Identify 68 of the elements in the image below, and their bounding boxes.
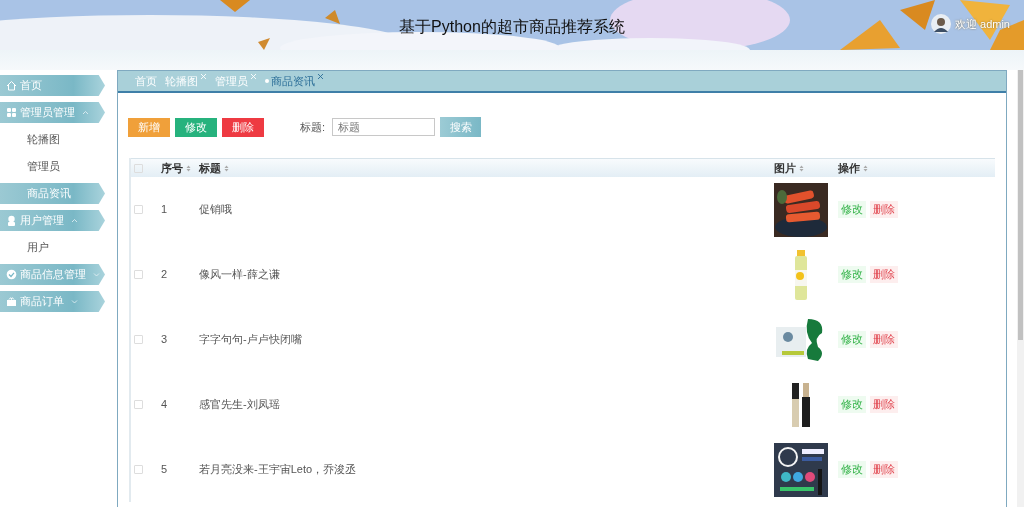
delete-link[interactable]: 删除 xyxy=(870,331,898,348)
table-cell: 5 xyxy=(161,463,168,476)
sidebar-subitem[interactable]: 用户 xyxy=(0,237,105,258)
sidebar-subitem[interactable]: 轮播图 xyxy=(0,129,105,150)
sidebar-item[interactable]: 商品订单 xyxy=(0,291,105,312)
scrollbar-thumb[interactable] xyxy=(1018,70,1023,340)
sidebar-item[interactable]: 首页 xyxy=(0,75,105,96)
edit-link[interactable]: 修改 xyxy=(838,331,866,348)
table-cell: 3 xyxy=(161,333,168,346)
column-header[interactable]: 序号 xyxy=(161,159,183,177)
checkbox[interactable] xyxy=(134,163,143,173)
avatar-icon[interactable] xyxy=(930,14,951,34)
table-cell: 4 xyxy=(161,398,168,411)
table-cell: 若月亮没来-王宇宙Leto，乔浚丞 xyxy=(199,463,357,476)
tab[interactable]: 轮播图 xyxy=(165,72,207,90)
sidebar-subitem[interactable]: 商品资讯 xyxy=(0,183,105,204)
delete-link[interactable]: 删除 xyxy=(870,461,898,478)
check-circle-icon xyxy=(6,269,17,280)
tab[interactable]: 管理员 xyxy=(215,72,257,90)
home-icon xyxy=(6,80,17,91)
search-button[interactable]: 搜索 xyxy=(440,117,482,137)
tab[interactable]: 商品资讯 xyxy=(265,72,324,90)
grid-icon xyxy=(6,107,17,118)
table-cell: 字字句句-卢卢快闭嘴 xyxy=(199,333,302,346)
dot-icon xyxy=(265,79,269,83)
edit-link[interactable]: 修改 xyxy=(838,396,866,413)
checkbox[interactable] xyxy=(134,465,143,474)
close-icon[interactable] xyxy=(317,72,324,80)
delete-link[interactable]: 删除 xyxy=(870,396,898,413)
sort-icon[interactable] xyxy=(186,164,191,172)
sidebar-item[interactable]: 管理员管理 xyxy=(0,102,105,123)
sort-icon[interactable] xyxy=(863,164,868,172)
caret-icon xyxy=(71,218,78,223)
table-cell: 1 xyxy=(161,203,168,216)
sort-icon[interactable] xyxy=(799,164,804,172)
edit-link[interactable]: 修改 xyxy=(838,266,866,283)
edit-link[interactable]: 修改 xyxy=(838,461,866,478)
caret-icon xyxy=(71,299,78,304)
sort-icon[interactable] xyxy=(224,164,229,172)
table-cell: 促销哦 xyxy=(199,203,232,216)
edit-button[interactable]: 修改 xyxy=(175,117,217,137)
sidebar-item[interactable]: 用户管理 xyxy=(0,210,105,231)
column-header[interactable]: 图片 xyxy=(774,159,796,177)
checkbox[interactable] xyxy=(134,400,143,409)
checkbox[interactable] xyxy=(134,335,143,344)
caret-icon xyxy=(93,272,100,277)
table-cell: 2 xyxy=(161,268,168,281)
add-button[interactable]: 新增 xyxy=(128,117,170,137)
edit-link[interactable]: 修改 xyxy=(838,201,866,218)
sidebar-item[interactable]: 商品信息管理 xyxy=(0,264,105,285)
table-cell: 感官先生-刘凤瑶 xyxy=(199,398,280,411)
user-icon xyxy=(6,215,17,226)
scrollbar[interactable] xyxy=(1017,70,1024,507)
page-title: 基于Python的超市商品推荐系统 xyxy=(399,17,625,37)
gift-icon xyxy=(6,296,17,307)
delete-link[interactable]: 删除 xyxy=(870,266,898,283)
table-cell: 像风一样-薛之谦 xyxy=(199,268,280,281)
sidebar-subitem[interactable]: 管理员 xyxy=(0,156,105,177)
search-label: 标题: xyxy=(300,119,326,135)
column-header[interactable]: 操作 xyxy=(838,159,860,177)
delete-link[interactable]: 删除 xyxy=(870,201,898,218)
delete-button[interactable]: 删除 xyxy=(222,117,264,137)
caret-icon xyxy=(82,110,89,115)
checkbox[interactable] xyxy=(134,270,143,279)
column-header[interactable]: 标题 xyxy=(199,159,221,177)
tab[interactable]: 首页 xyxy=(135,72,157,90)
checkbox[interactable] xyxy=(134,205,143,214)
search-field[interactable]: 标题 xyxy=(332,118,436,136)
